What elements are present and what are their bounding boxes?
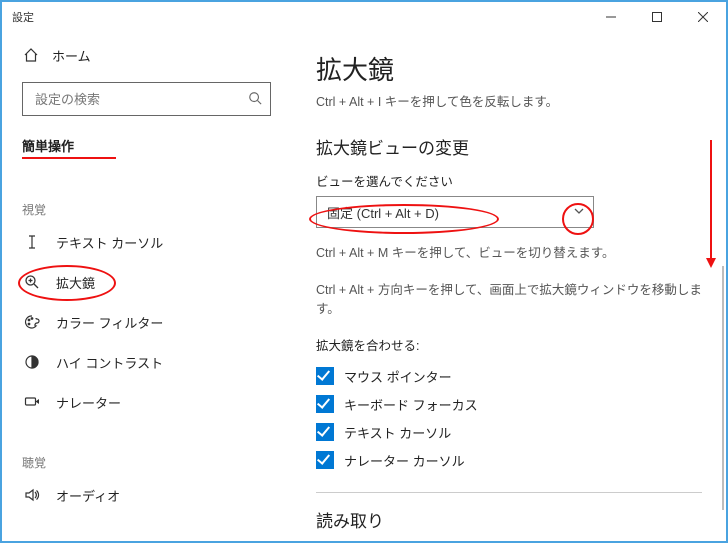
invert-hint: Ctrl + Alt + I キーを押して色を反転します。 bbox=[316, 91, 702, 110]
view-select-label: ビューを選んでください bbox=[316, 171, 702, 190]
sidebar-item-high-contrast[interactable]: ハイ コントラスト bbox=[2, 342, 291, 382]
sidebar-item-label: ハイ コントラスト bbox=[56, 353, 163, 372]
view-select-value: 固定 (Ctrl + Alt + D) bbox=[327, 203, 439, 222]
sidebar-item-narrator[interactable]: ナレーター bbox=[2, 382, 291, 422]
sidebar-item-label: ナレーター bbox=[56, 393, 121, 412]
view-section-title: 拡大鏡ビューの変更 bbox=[316, 134, 702, 159]
sidebar-item-label: テキスト カーソル bbox=[56, 233, 163, 252]
close-button[interactable] bbox=[680, 2, 726, 32]
checkbox-icon bbox=[316, 395, 334, 413]
checkbox-icon bbox=[316, 451, 334, 469]
sidebar-item-label: 拡大鏡 bbox=[56, 273, 95, 292]
view-select[interactable]: 固定 (Ctrl + Alt + D) bbox=[316, 196, 594, 228]
move-hint: Ctrl + Alt + 方向キーを押して、画面上で拡大鏡ウィンドウを移動します… bbox=[316, 279, 702, 317]
checkbox-label: キーボード フォーカス bbox=[344, 395, 478, 414]
group-audio-label: 聴覚 bbox=[2, 444, 291, 475]
read-section-title: 読み取り bbox=[316, 507, 702, 532]
sidebar-item-magnifier[interactable]: 拡大鏡 bbox=[2, 262, 291, 302]
checkbox-label: テキスト カーソル bbox=[344, 423, 451, 442]
sidebar: ホーム 簡単操作 視覚 テキスト カーソル bbox=[2, 32, 292, 541]
group-visual-label: 視覚 bbox=[2, 191, 291, 222]
checkbox-label: ナレーター カーソル bbox=[344, 451, 465, 470]
speaker-icon bbox=[22, 487, 42, 503]
home-icon bbox=[22, 47, 40, 63]
checkbox-icon bbox=[316, 423, 334, 441]
palette-icon bbox=[22, 314, 42, 330]
search-field[interactable] bbox=[33, 91, 248, 108]
sidebar-item-audio[interactable]: オーディオ bbox=[2, 475, 291, 515]
category-title: 簡単操作 bbox=[2, 130, 291, 163]
checkbox-label: マウス ポインター bbox=[344, 367, 452, 386]
window-title: 設定 bbox=[12, 9, 588, 25]
search-icon bbox=[248, 91, 262, 108]
checkbox-icon bbox=[316, 367, 334, 385]
contrast-icon bbox=[22, 354, 42, 370]
minimize-button[interactable] bbox=[588, 2, 634, 32]
sidebar-item-label: オーディオ bbox=[56, 486, 120, 505]
search-input[interactable] bbox=[22, 82, 271, 116]
cycle-hint: Ctrl + Alt + M キーを押して、ビューを切り替えます。 bbox=[316, 242, 702, 261]
maximize-button[interactable] bbox=[634, 2, 680, 32]
scrollbar[interactable] bbox=[722, 266, 724, 510]
checkbox-mouse-pointer[interactable]: マウス ポインター bbox=[316, 362, 702, 390]
magnifier-icon bbox=[22, 274, 42, 290]
titlebar: 設定 bbox=[2, 2, 726, 32]
sidebar-item-color-filters[interactable]: カラー フィルター bbox=[2, 302, 291, 342]
checkbox-text-cursor[interactable]: テキスト カーソル bbox=[316, 418, 702, 446]
page-title: 拡大鏡 bbox=[316, 50, 702, 87]
checkbox-keyboard-focus[interactable]: キーボード フォーカス bbox=[316, 390, 702, 418]
checkbox-narrator-cursor[interactable]: ナレーター カーソル bbox=[316, 446, 702, 474]
narrator-icon bbox=[22, 394, 42, 410]
home-label: ホーム bbox=[52, 46, 91, 65]
follow-label: 拡大鏡を合わせる: bbox=[316, 335, 702, 354]
home-link[interactable]: ホーム bbox=[2, 36, 291, 74]
chevron-down-icon bbox=[573, 205, 585, 220]
content-pane: 拡大鏡 Ctrl + Alt + I キーを押して色を反転します。 拡大鏡ビュー… bbox=[292, 32, 726, 541]
text-cursor-icon bbox=[22, 234, 42, 250]
sidebar-item-label: カラー フィルター bbox=[56, 313, 163, 332]
sidebar-item-text-cursor[interactable]: テキスト カーソル bbox=[2, 222, 291, 262]
divider bbox=[316, 492, 702, 493]
